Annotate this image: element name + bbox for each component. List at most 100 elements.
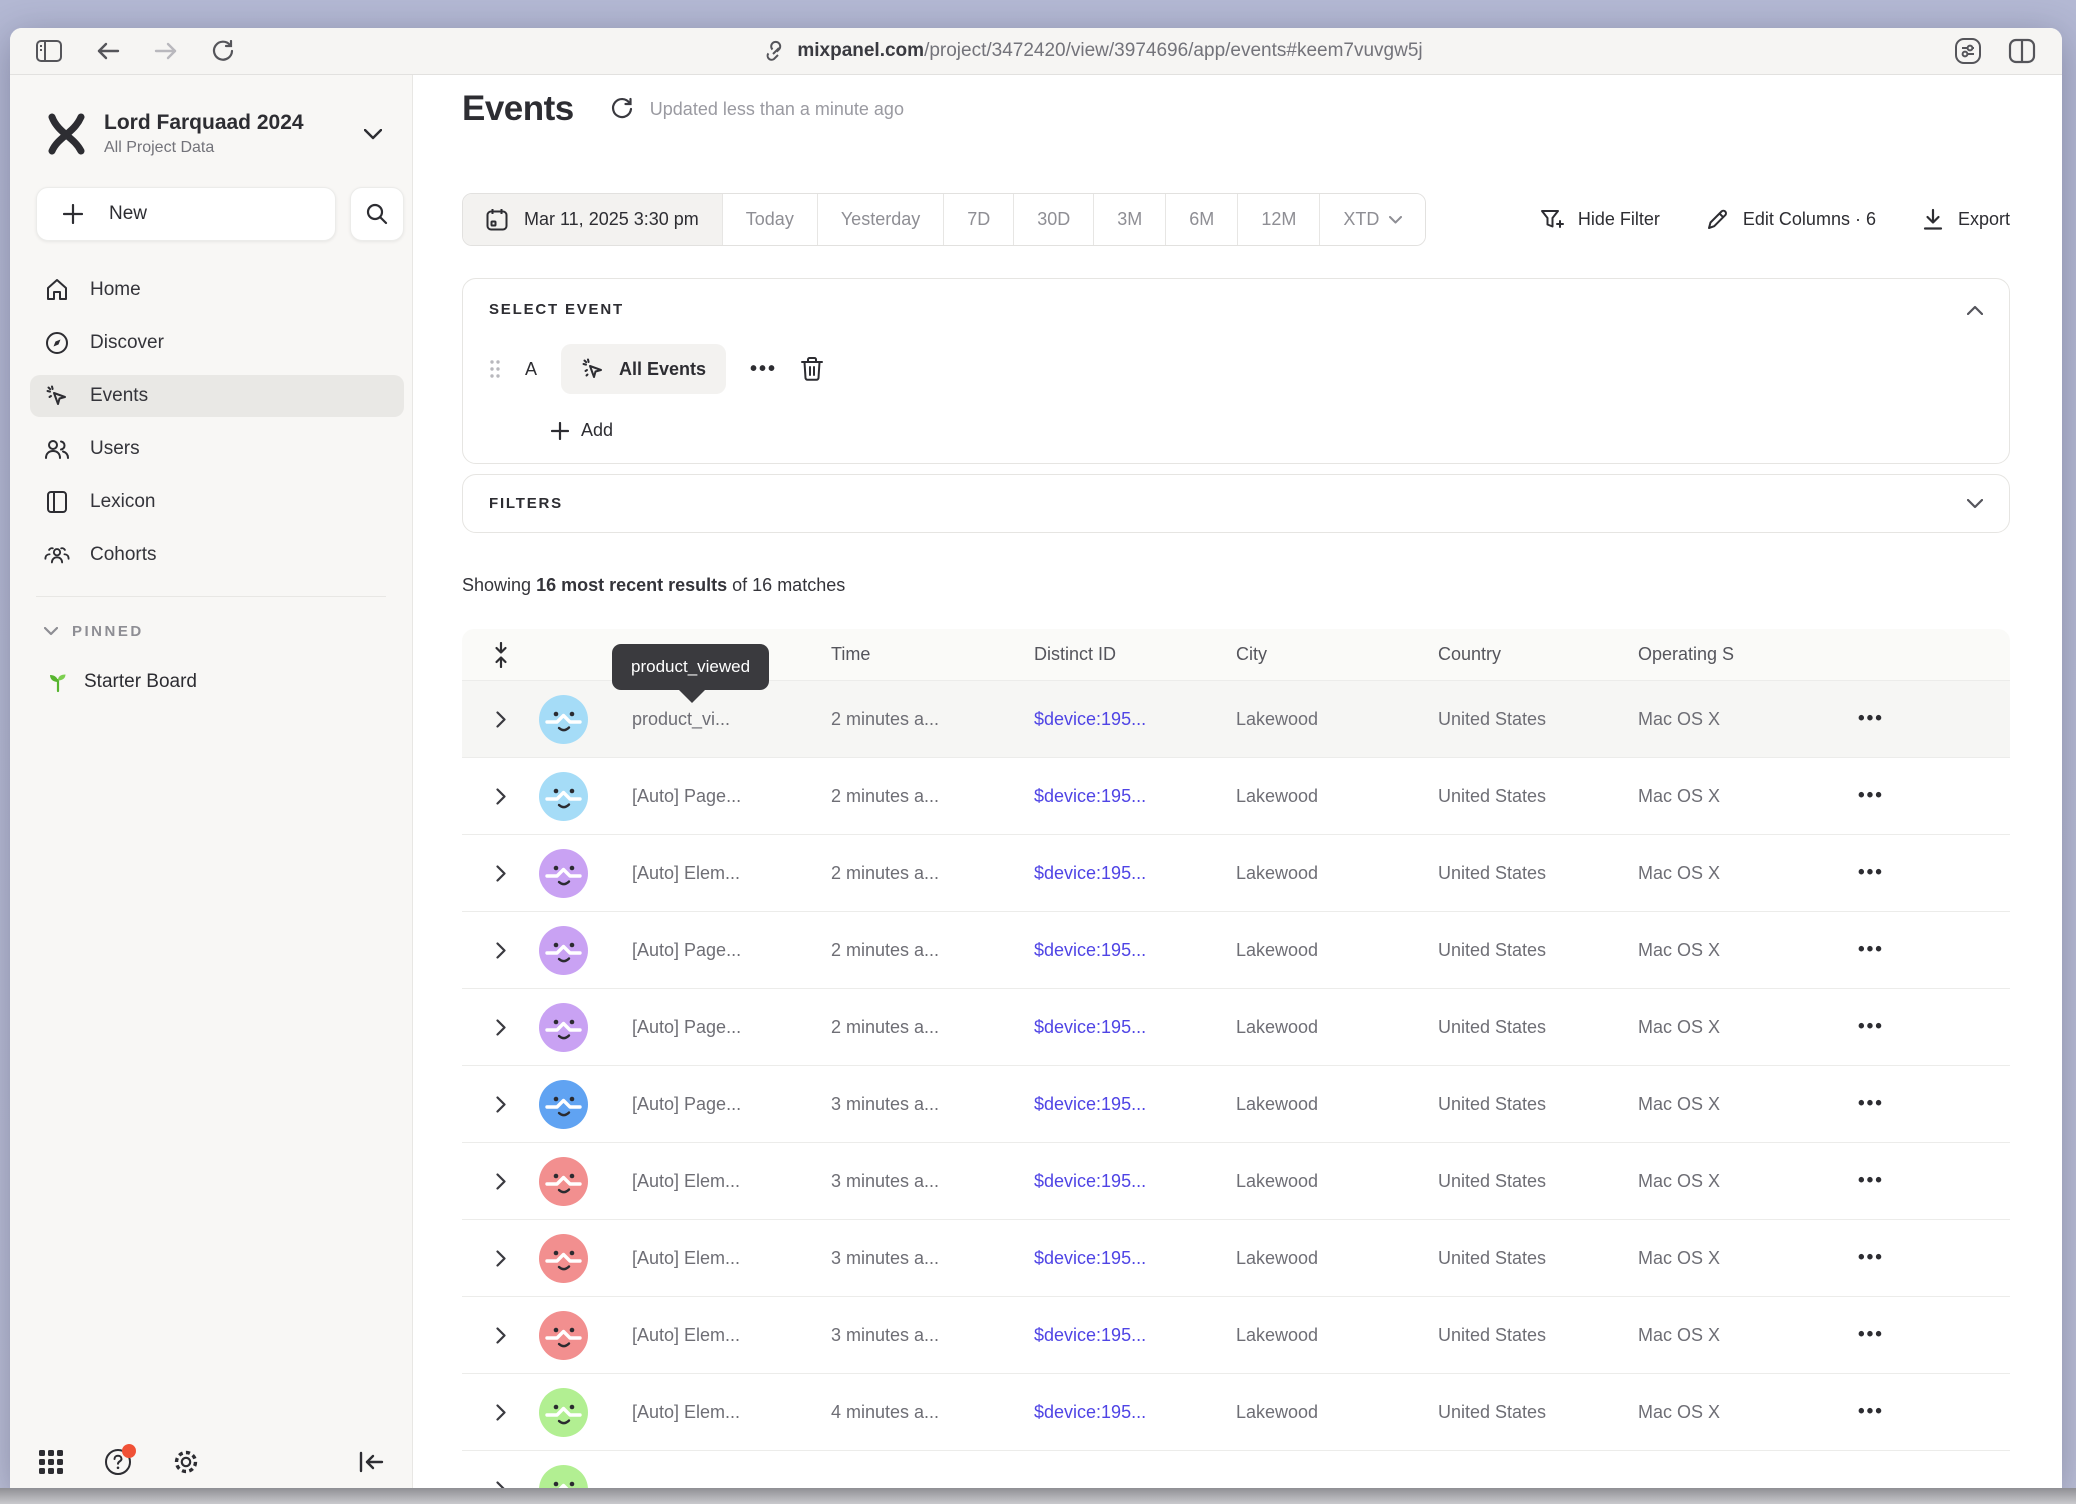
sidebar-toggle-icon[interactable] xyxy=(36,40,62,62)
cell-distinct-id[interactable]: $device:195... xyxy=(1034,1017,1236,1038)
cell-distinct-id[interactable]: $device:195... xyxy=(1034,709,1236,730)
help-button[interactable] xyxy=(104,1448,132,1476)
row-expander-icon[interactable] xyxy=(462,942,539,959)
sidebar-item-home[interactable]: Home xyxy=(30,269,404,311)
range-3m[interactable]: 3M xyxy=(1093,194,1165,245)
range-7d[interactable]: 7D xyxy=(943,194,1013,245)
calendar-icon xyxy=(486,208,508,231)
cell-distinct-id[interactable]: $device:195... xyxy=(1034,786,1236,807)
row-expander-icon[interactable] xyxy=(462,1096,539,1113)
row-menu-button[interactable]: ••• xyxy=(1858,1016,2010,1038)
row-menu-button[interactable]: ••• xyxy=(1858,1170,2010,1192)
range-xtd[interactable]: XTD xyxy=(1319,194,1425,245)
trash-icon[interactable] xyxy=(801,357,823,381)
select-event-panel: SELECT EVENT A All Events xyxy=(462,278,2010,464)
range-30d[interactable]: 30D xyxy=(1013,194,1093,245)
row-expander-icon[interactable] xyxy=(462,711,539,728)
refresh-icon[interactable] xyxy=(610,97,634,121)
table-row[interactable]: [Auto] Elem... 2 minutes a... $device:19… xyxy=(462,835,2010,912)
cell-distinct-id[interactable]: $device:195... xyxy=(1034,1248,1236,1269)
range-12m[interactable]: 12M xyxy=(1237,194,1319,245)
column-header-country[interactable]: Country xyxy=(1438,644,1638,665)
date-picker-button[interactable]: Mar 11, 2025 3:30 pm xyxy=(463,194,722,245)
collapse-sidebar-icon[interactable] xyxy=(358,1451,384,1473)
chevron-down-icon[interactable] xyxy=(1967,499,1983,509)
sidebar-item-cohorts[interactable]: Cohorts xyxy=(30,534,404,576)
table-row[interactable]: [Auto] Page... 3 minutes a... $device:19… xyxy=(462,1066,2010,1143)
export-label: Export xyxy=(1958,209,2010,230)
add-label: Add xyxy=(581,420,613,441)
collapse-rows-icon[interactable] xyxy=(462,642,539,668)
row-expander-icon[interactable] xyxy=(462,1327,539,1344)
settings-gear-icon[interactable] xyxy=(172,1448,200,1476)
row-expander-icon[interactable] xyxy=(462,865,539,882)
range-6m[interactable]: 6M xyxy=(1165,194,1237,245)
sidebar-item-discover[interactable]: Discover xyxy=(30,322,404,364)
new-button[interactable]: New xyxy=(36,187,336,241)
event-selector-chip[interactable]: All Events xyxy=(561,344,726,394)
export-button[interactable]: Export xyxy=(1922,208,2010,231)
split-view-icon[interactable] xyxy=(2008,38,2036,64)
forward-button[interactable] xyxy=(154,41,178,61)
project-switcher[interactable]: Lord Farquaad 2024 All Project Data xyxy=(10,75,412,157)
cell-event-name: [Auto] Page... xyxy=(632,786,831,807)
table-row[interactable] xyxy=(462,1451,2010,1490)
column-header-os[interactable]: Operating S xyxy=(1638,644,1858,665)
chevron-up-icon[interactable] xyxy=(1967,305,1983,315)
row-menu-button[interactable]: ••• xyxy=(1858,1401,2010,1423)
cohorts-icon xyxy=(44,543,70,567)
sidebar-item-label: Events xyxy=(90,385,148,407)
row-menu-button[interactable]: ••• xyxy=(1858,862,2010,884)
pinned-section-header[interactable]: PINNED xyxy=(10,597,412,640)
event-more-button[interactable]: ••• xyxy=(750,358,777,381)
cell-distinct-id[interactable]: $device:195... xyxy=(1034,1094,1236,1115)
search-button[interactable] xyxy=(350,187,404,241)
address-bar[interactable]: mixpanel.com/project/3472420/view/397469… xyxy=(234,40,1954,62)
row-menu-button[interactable]: ••• xyxy=(1858,939,2010,961)
column-header-distinct-id[interactable]: Distinct ID xyxy=(1034,644,1236,665)
reload-button[interactable] xyxy=(212,40,234,62)
table-row[interactable]: [Auto] Page... 2 minutes a... $device:19… xyxy=(462,758,2010,835)
table-row[interactable]: [Auto] Elem... 3 minutes a... $device:19… xyxy=(462,1297,2010,1374)
edit-columns-button[interactable]: Edit Columns · 6 xyxy=(1706,208,1876,231)
sidebar-item-events[interactable]: Events xyxy=(30,375,404,417)
cell-distinct-id[interactable]: $device:195... xyxy=(1034,1325,1236,1346)
cell-distinct-id[interactable]: $device:195... xyxy=(1034,863,1236,884)
apps-grid-icon[interactable] xyxy=(38,1449,64,1475)
table-row[interactable]: [Auto] Elem... 4 minutes a... $device:19… xyxy=(462,1374,2010,1451)
cell-event-name: [Auto] Page... xyxy=(632,940,831,961)
drag-handle-icon[interactable] xyxy=(489,359,501,379)
sidebar-item-starter-board[interactable]: Starter Board xyxy=(10,640,412,694)
back-button[interactable] xyxy=(96,41,120,61)
cell-event-name: [Auto] Elem... xyxy=(632,1248,831,1269)
add-event-button[interactable]: Add xyxy=(551,420,1983,441)
range-today[interactable]: Today xyxy=(722,194,817,245)
browser-settings-icon[interactable] xyxy=(1954,37,1982,65)
row-menu-button[interactable]: ••• xyxy=(1858,1093,2010,1115)
cell-distinct-id[interactable]: $device:195... xyxy=(1034,1402,1236,1423)
row-menu-button[interactable]: ••• xyxy=(1858,1247,2010,1269)
sidebar-item-lexicon[interactable]: Lexicon xyxy=(30,481,404,523)
download-icon xyxy=(1922,208,1944,231)
row-menu-button[interactable]: ••• xyxy=(1858,708,2010,730)
cell-distinct-id[interactable]: $device:195... xyxy=(1034,1171,1236,1192)
sidebar-item-users[interactable]: Users xyxy=(30,428,404,470)
column-header-city[interactable]: City xyxy=(1236,644,1438,665)
table-row[interactable]: [Auto] Page... 2 minutes a... $device:19… xyxy=(462,989,2010,1066)
table-row[interactable]: [Auto] Page... 2 minutes a... $device:19… xyxy=(462,912,2010,989)
range-yesterday[interactable]: Yesterday xyxy=(817,194,943,245)
row-expander-icon[interactable] xyxy=(462,1173,539,1190)
table-row[interactable]: [Auto] Elem... 3 minutes a... $device:19… xyxy=(462,1220,2010,1297)
row-expander-icon[interactable] xyxy=(462,1404,539,1421)
table-row[interactable]: [Auto] Elem... 3 minutes a... $device:19… xyxy=(462,1143,2010,1220)
sidebar-item-label: Home xyxy=(90,279,141,301)
row-menu-button[interactable]: ••• xyxy=(1858,1324,2010,1346)
row-expander-icon[interactable] xyxy=(462,1250,539,1267)
event-avatar xyxy=(539,1080,588,1129)
hide-filter-button[interactable]: Hide Filter xyxy=(1540,208,1660,232)
cell-distinct-id[interactable]: $device:195... xyxy=(1034,940,1236,961)
row-expander-icon[interactable] xyxy=(462,1019,539,1036)
row-expander-icon[interactable] xyxy=(462,788,539,805)
row-menu-button[interactable]: ••• xyxy=(1858,785,2010,807)
column-header-time[interactable]: Time xyxy=(831,644,1034,665)
